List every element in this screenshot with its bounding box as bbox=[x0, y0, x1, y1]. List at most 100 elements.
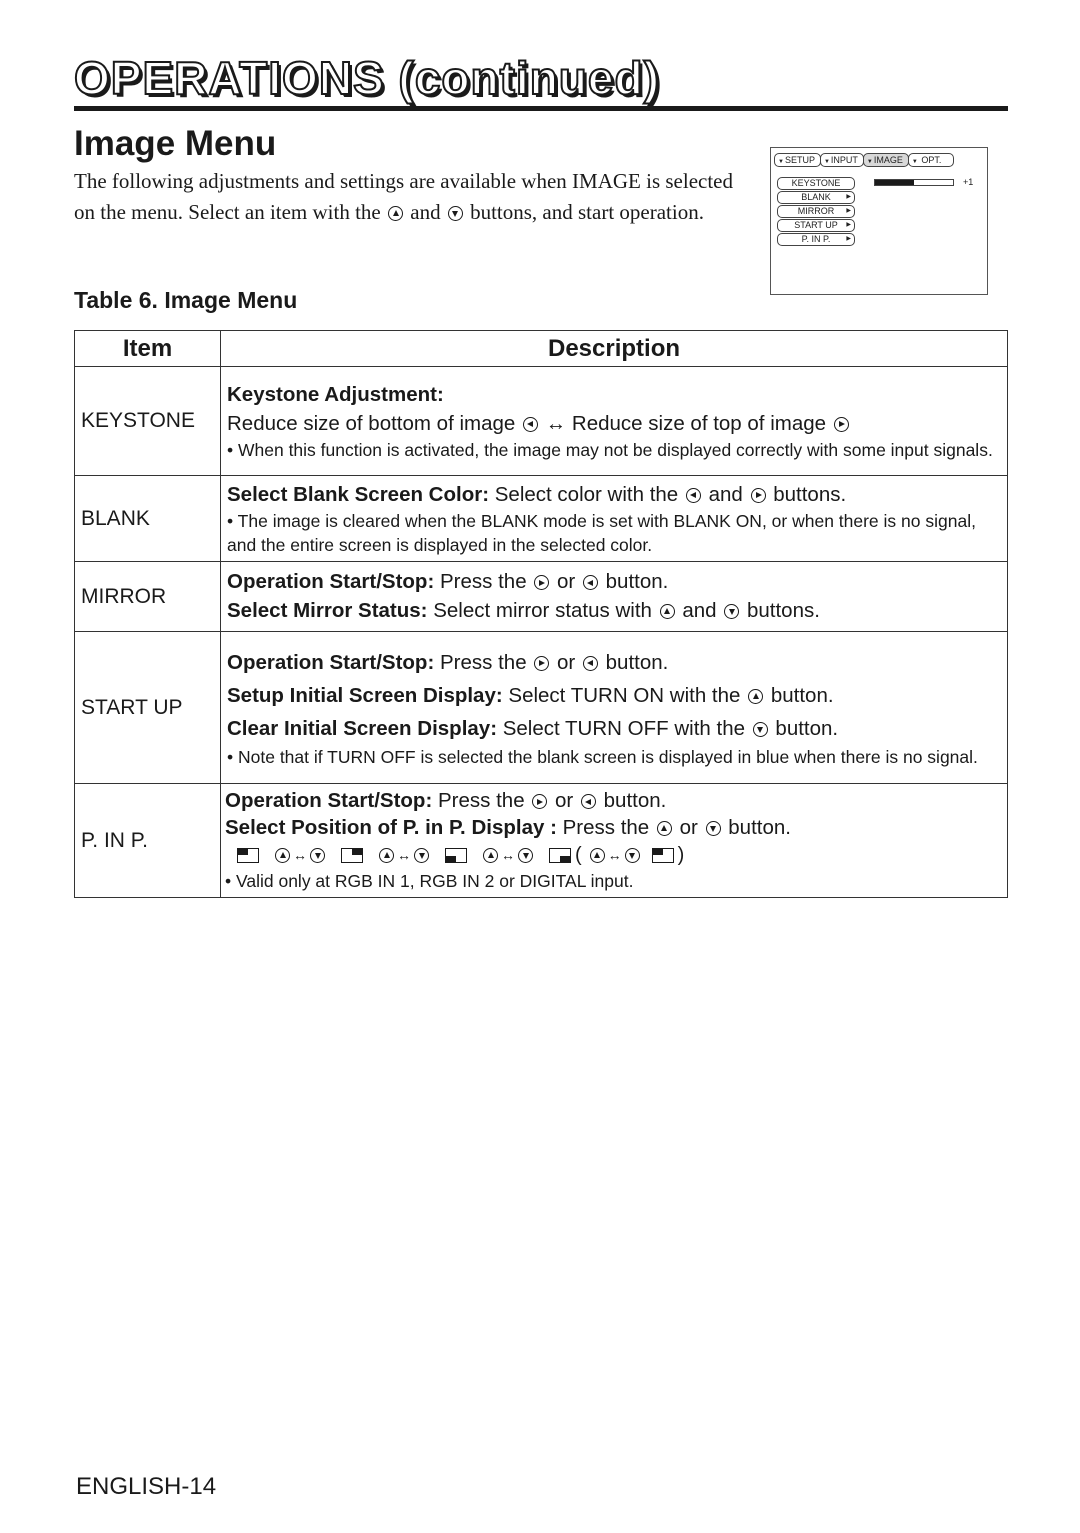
double-arrow-icon: ↔ bbox=[545, 411, 567, 435]
right-button-icon bbox=[534, 575, 550, 590]
table-header-row: Item Description bbox=[74, 330, 1008, 367]
down-button-icon bbox=[705, 821, 721, 836]
down-button-icon bbox=[447, 206, 463, 221]
pinp-select-text: Press the bbox=[562, 816, 650, 839]
blank-select-line: Select Blank Screen Color: Select color … bbox=[227, 480, 999, 509]
clear-label: Clear Initial Screen Display: bbox=[227, 716, 498, 740]
item-startup: START UP bbox=[74, 631, 221, 784]
up-button-icon bbox=[589, 847, 605, 863]
startup-op-line: Operation Start/Stop: Press the or butto… bbox=[227, 646, 999, 679]
osd-item-keystone: KEYSTONE bbox=[777, 177, 855, 190]
left-button-icon bbox=[582, 575, 598, 590]
blank-note: • The image is cleared when the BLANK mo… bbox=[227, 510, 976, 555]
double-arrow-icon: ↔ bbox=[293, 846, 307, 863]
pip-bottom-left-icon bbox=[445, 847, 467, 863]
pinp-select-text-end: button. bbox=[728, 816, 791, 839]
pinp-position-sequence: ↔ ↔ ↔ ( ↔ ) bbox=[225, 841, 999, 869]
op-or: or bbox=[555, 789, 574, 812]
dropdown-triangle-icon: ▼ bbox=[823, 159, 830, 165]
up-button-icon bbox=[659, 604, 675, 619]
up-button-icon bbox=[388, 206, 404, 221]
up-button-icon bbox=[379, 847, 394, 863]
item-keystone: KEYSTONE bbox=[74, 366, 221, 476]
reduce-bottom-text: Reduce size of bottom of image bbox=[227, 411, 516, 435]
blank-label: Select Blank Screen Color: bbox=[227, 482, 490, 506]
op-text-end: button. bbox=[605, 570, 669, 593]
osd-item-label: START UP bbox=[794, 220, 838, 230]
right-button-icon bbox=[534, 655, 550, 671]
submenu-arrow-icon: ▶ bbox=[846, 222, 851, 228]
chapter-divider bbox=[74, 106, 1008, 111]
up-button-icon bbox=[483, 847, 498, 863]
down-button-icon bbox=[724, 604, 740, 619]
pip-top-left-icon bbox=[651, 847, 674, 863]
osd-item-label: P. IN P. bbox=[801, 234, 831, 244]
double-arrow-icon: ↔ bbox=[501, 846, 515, 863]
mirror-and: and bbox=[682, 599, 717, 622]
image-menu-table: Item Description KEYSTONE Keystone Adjus… bbox=[74, 330, 1008, 898]
page-number: ENGLISH-14 bbox=[76, 1473, 217, 1500]
op-label: Operation Start/Stop: bbox=[225, 789, 433, 812]
osd-item-label: BLANK bbox=[801, 192, 831, 202]
startup-clear-line: Clear Initial Screen Display: Select TUR… bbox=[227, 712, 999, 745]
pip-top-right-icon bbox=[341, 847, 363, 863]
down-button-icon bbox=[310, 847, 325, 863]
item-blank: BLANK bbox=[74, 475, 221, 562]
setup-text-end: button. bbox=[770, 683, 834, 707]
desc-keystone: Keystone Adjustment: Reduce size of bott… bbox=[220, 366, 1008, 476]
blank-text: Select color with the bbox=[494, 482, 679, 506]
setup-text: Select TURN ON with the bbox=[508, 683, 741, 707]
table-row-pinp: P. IN P. Operation Start/Stop: Press the… bbox=[74, 783, 1008, 898]
desc-mirror: Operation Start/Stop: Press the or butto… bbox=[220, 561, 1008, 632]
op-text: Press the bbox=[440, 570, 527, 593]
op-label: Operation Start/Stop: bbox=[227, 650, 435, 674]
pinp-op-line: Operation Start/Stop: Press the or butto… bbox=[225, 787, 999, 814]
op-or: or bbox=[557, 570, 576, 593]
mirror-select-line: Select Mirror Status: Select mirror stat… bbox=[227, 596, 999, 625]
down-button-icon bbox=[414, 847, 429, 863]
clear-text-end: button. bbox=[775, 716, 839, 740]
intro-paragraph: The following adjustments and settings a… bbox=[74, 166, 734, 228]
reduce-top-text: Reduce size of top of image bbox=[571, 411, 827, 435]
left-button-icon bbox=[582, 655, 598, 671]
keystone-level-fill bbox=[875, 180, 914, 185]
item-pinp: P. IN P. bbox=[74, 783, 221, 898]
up-down-toggle: ↔ bbox=[481, 841, 535, 870]
left-button-icon bbox=[580, 794, 596, 809]
paren-close: ) bbox=[677, 843, 685, 866]
chapter-title: OPERATIONS (continued) bbox=[73, 51, 660, 105]
op-label: Operation Start/Stop: bbox=[227, 570, 435, 593]
clear-text: Select TURN OFF with the bbox=[502, 716, 746, 740]
op-text: Press the bbox=[438, 789, 525, 812]
osd-tab-label: IMAGE bbox=[873, 155, 903, 165]
table-caption: Table 6. Image Menu bbox=[74, 287, 298, 313]
osd-menu-illustration: ▼SETUP ▼INPUT ▼IMAGE ▼ OPT. KEYSTONE BLA… bbox=[770, 147, 988, 295]
osd-item-label: KEYSTONE bbox=[791, 178, 841, 188]
op-text: Press the bbox=[440, 650, 527, 674]
setup-label: Setup Initial Screen Display: bbox=[227, 683, 503, 707]
dropdown-triangle-icon: ▼ bbox=[778, 159, 784, 165]
left-button-icon bbox=[523, 416, 538, 432]
down-button-icon bbox=[624, 847, 640, 863]
desc-startup: Operation Start/Stop: Press the or butto… bbox=[220, 631, 1008, 784]
pinp-note: • Valid only at RGB IN 1, RGB IN 2 or DI… bbox=[225, 871, 634, 891]
header-item: Item bbox=[74, 330, 221, 367]
section-title: Image Menu bbox=[74, 124, 277, 163]
startup-setup-line: Setup Initial Screen Display: Select TUR… bbox=[227, 679, 999, 712]
osd-item-blank: BLANK ▶ bbox=[777, 191, 855, 204]
pinp-or: or bbox=[679, 816, 698, 839]
header-description: Description bbox=[220, 330, 1008, 367]
up-button-icon bbox=[656, 821, 672, 836]
down-button-icon bbox=[752, 721, 768, 737]
keystone-title: Keystone Adjustment: bbox=[227, 382, 444, 406]
pinp-select-label: Select Position of P. in P. Display : bbox=[225, 816, 557, 839]
osd-tab-setup: ▼SETUP bbox=[774, 153, 821, 167]
submenu-arrow-icon: ▶ bbox=[846, 194, 851, 200]
submenu-arrow-icon: ▶ bbox=[846, 236, 851, 242]
op-text-end: button. bbox=[603, 789, 667, 812]
table-row-blank: BLANK Select Blank Screen Color: Select … bbox=[74, 475, 1008, 562]
osd-tabs: ▼SETUP ▼INPUT ▼IMAGE ▼ OPT. bbox=[774, 153, 955, 167]
keystone-level-bar bbox=[874, 179, 954, 186]
intro-text-end: buttons, and start operation. bbox=[470, 200, 704, 224]
op-or: or bbox=[557, 650, 576, 674]
